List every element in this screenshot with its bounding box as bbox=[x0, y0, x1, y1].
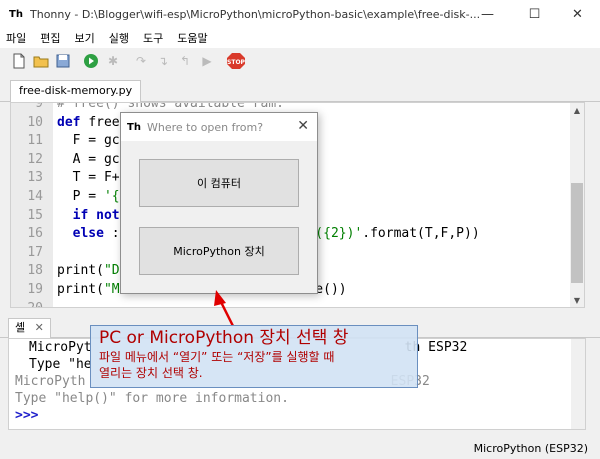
dialog-close-icon[interactable]: ✕ bbox=[297, 118, 309, 134]
code-token: F = gc bbox=[57, 133, 120, 149]
status-bar: MicroPython (ESP32) bbox=[0, 437, 600, 459]
line-number: 13 bbox=[27, 170, 43, 186]
toolbar: ✱ ↷ ↴ ↰ ▶ STOP bbox=[0, 48, 600, 74]
debug-icon[interactable]: ✱ bbox=[104, 52, 122, 70]
line-number: 10 bbox=[27, 114, 43, 130]
run-icon[interactable] bbox=[82, 52, 100, 70]
scroll-down-icon[interactable]: ▼ bbox=[570, 293, 584, 307]
step-over-icon[interactable]: ↷ bbox=[132, 52, 150, 70]
menu-bar: 파일 편집 보기 실행 도구 도움말 bbox=[0, 28, 600, 48]
editor-tab-bar: free-disk-memory.py bbox=[0, 78, 600, 102]
code-line: 20 bbox=[11, 300, 480, 307]
menu-view[interactable]: 보기 bbox=[75, 30, 95, 46]
resume-icon[interactable]: ▶ bbox=[198, 52, 216, 70]
code-token: "D bbox=[103, 263, 120, 279]
line-number: 20 bbox=[11, 300, 49, 307]
menu-edit[interactable]: 편집 bbox=[40, 30, 60, 46]
step-into-icon[interactable]: ↴ bbox=[154, 52, 172, 70]
shell-scrollbar[interactable] bbox=[571, 339, 585, 429]
annotation-title: PC or MicroPython 장치 선택 창 bbox=[99, 328, 349, 348]
micropython-device-button[interactable]: MicroPython 장치 bbox=[139, 227, 299, 275]
line-number: 19 bbox=[27, 281, 43, 297]
close-button[interactable]: ✕ bbox=[555, 0, 600, 28]
interpreter-status[interactable]: MicroPython (ESP32) bbox=[474, 442, 588, 455]
line-number: 16 bbox=[27, 226, 43, 242]
code-token: .format(T,F,P)) bbox=[362, 226, 480, 242]
open-location-dialog: Th Where to open from? ✕ 이 컴퓨터 MicroPyth… bbox=[120, 112, 318, 294]
code-token: "M bbox=[103, 281, 120, 297]
thonny-app-icon: Th bbox=[9, 8, 23, 20]
line-number: 11 bbox=[27, 133, 43, 149]
step-out-icon[interactable]: ↰ bbox=[176, 52, 194, 70]
shell-line: Type "help()" for more information. bbox=[15, 391, 289, 406]
menu-help[interactable]: 도움말 bbox=[177, 30, 207, 46]
open-folder-icon[interactable] bbox=[32, 52, 50, 70]
new-file-icon[interactable] bbox=[10, 52, 28, 70]
editor-scrollbar[interactable]: ▲ ▼ bbox=[570, 103, 584, 307]
code-text: F = gc bbox=[49, 132, 120, 151]
code-token: print( bbox=[57, 281, 104, 297]
code-token: else bbox=[57, 226, 112, 242]
code-text: print("D bbox=[49, 262, 120, 281]
code-token: P = bbox=[57, 188, 104, 204]
code-token: A = gc bbox=[57, 151, 120, 167]
menu-run[interactable]: 실행 bbox=[109, 30, 129, 46]
code-token: T = F+ bbox=[57, 170, 120, 186]
maximize-button[interactable]: ☐ bbox=[512, 0, 557, 28]
code-token: free bbox=[88, 114, 120, 130]
minimize-button[interactable]: — bbox=[465, 0, 510, 28]
scroll-up-icon[interactable]: ▲ bbox=[570, 103, 584, 117]
code-token: # free() shows available ram. bbox=[57, 102, 284, 111]
line-number: 15 bbox=[27, 207, 43, 223]
line-number: 9 bbox=[35, 102, 43, 111]
annotation-line-2: 열리는 장치 선택 창. bbox=[99, 366, 203, 380]
line-number: 14 bbox=[27, 188, 43, 204]
line-number: 12 bbox=[27, 151, 43, 167]
menu-file[interactable]: 파일 bbox=[6, 30, 26, 46]
shell-tab[interactable]: 셸 ✕ bbox=[8, 318, 51, 338]
code-text: if not bbox=[49, 207, 120, 226]
annotation-line-1: 파일 메뉴에서 “열기” 또는 “저장”를 실행할 때 bbox=[99, 350, 335, 364]
line-number: 17 bbox=[27, 244, 43, 260]
code-text: A = gc bbox=[49, 151, 120, 170]
code-text: def free bbox=[49, 114, 120, 133]
title-bar: Th Thonny - D:\Blogger\wifi-esp\MicroPyt… bbox=[0, 0, 600, 28]
shell-tab-label: 셸 bbox=[15, 321, 26, 334]
menu-tools[interactable]: 도구 bbox=[143, 30, 163, 46]
code-text: P = '{ bbox=[49, 188, 120, 207]
code-token: : bbox=[111, 226, 120, 242]
save-icon[interactable] bbox=[54, 52, 72, 70]
editor-tab[interactable]: free-disk-memory.py bbox=[10, 80, 142, 102]
this-computer-button[interactable]: 이 컴퓨터 bbox=[139, 159, 299, 207]
shell-prompt: >>> bbox=[15, 408, 39, 423]
close-tab-icon[interactable]: ✕ bbox=[35, 321, 44, 334]
dialog-title-bar: Th Where to open from? ✕ bbox=[121, 113, 317, 141]
code-token: '{ bbox=[103, 188, 120, 204]
dialog-title: Where to open from? bbox=[147, 120, 264, 134]
code-token: print( bbox=[57, 263, 104, 279]
line-number: 18 bbox=[27, 263, 43, 279]
code-token: if not bbox=[57, 207, 120, 223]
editor-scroll-thumb[interactable] bbox=[571, 183, 583, 283]
stop-icon[interactable]: STOP bbox=[226, 52, 246, 70]
window-title: Thonny - D:\Blogger\wifi-esp\MicroPython… bbox=[30, 7, 481, 21]
code-text: T = F+ bbox=[49, 169, 120, 188]
thonny-dialog-icon: Th bbox=[127, 121, 141, 133]
annotation-box: PC or MicroPython 장치 선택 창 파일 메뉴에서 “열기” 또… bbox=[90, 325, 418, 388]
code-token: def bbox=[57, 114, 89, 130]
svg-text:STOP: STOP bbox=[227, 59, 246, 66]
